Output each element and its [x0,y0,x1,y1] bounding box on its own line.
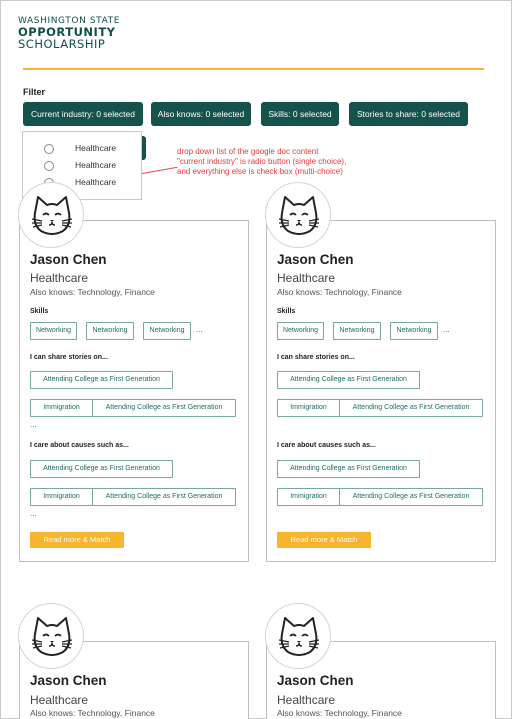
annotation-line: and everything else is check box (multi-… [177,167,343,176]
mentor-industry: Healthcare [30,271,89,285]
mentor-also-knows: Also knows: Technology, Finance [30,708,155,718]
story-tag[interactable]: Attending College as First Generation [92,399,236,417]
cat-face-icon [31,617,73,656]
story-tag[interactable]: Attending College as First Generation [277,371,420,389]
mentor-avatar [18,603,84,669]
causes-title: I care about causes such as... [277,442,376,449]
story-tag[interactable]: Immigration [30,399,93,417]
story-tag[interactable]: Attending College as First Generation [30,371,173,389]
skills-title: Skills [30,308,49,315]
read-more-match-button[interactable]: Read more & Match [277,532,371,548]
story-tag[interactable]: Immigration [277,399,340,417]
more-stories-ellipsis: ... [30,420,37,429]
cat-face-icon [278,196,320,235]
logo-line-3: SCHOLARSHIP [18,37,106,51]
radio-button-icon[interactable] [44,144,54,154]
cause-tag[interactable]: Immigration [277,488,340,506]
mentor-name: Jason Chen [30,673,107,688]
mentor-also-knows: Also knows: Technology, Finance [277,287,402,297]
stories-title: I can share stories on... [277,354,355,361]
mentor-name: Jason Chen [277,673,354,688]
site-logo[interactable]: WASHINGTON STATE OPPORTUNITY SCHOLARSHIP [18,16,120,50]
cause-tag[interactable]: Attending College as First Generation [92,488,236,506]
cat-face-icon [31,196,73,235]
annotation-line: "current industry" is radio button (sing… [177,157,347,166]
skills-title: Skills [277,308,296,315]
mentor-avatar [265,603,331,669]
mentor-avatar [18,182,84,248]
dropdown-option-label: Healthcare [75,160,117,170]
stories-title: I can share stories on... [30,354,108,361]
filter-skills-button[interactable]: Skills: 0 selected [261,102,339,126]
skill-tag[interactable]: Networking [277,322,324,340]
annotation-line: drop down list of the google doc content [177,147,319,156]
mentor-name: Jason Chen [277,252,354,267]
filter-stories-button[interactable]: Stories to share: 0 selected [349,102,468,126]
skill-tag[interactable]: Networking [86,322,134,340]
read-more-match-button[interactable]: Read more & Match [30,532,124,548]
annotation-connector-line [141,166,178,174]
story-tag[interactable]: Attending College as First Generation [339,399,483,417]
dropdown-option[interactable]: Healthcare [23,142,141,158]
dropdown-option-label: Healthcare [75,143,117,153]
filter-current-industry-button[interactable]: Current industry: 0 selected [23,102,143,126]
page-frame: WASHINGTON STATE OPPORTUNITY SCHOLARSHIP… [0,0,512,719]
skill-tag[interactable]: Networking [143,322,191,340]
mentor-also-knows: Also knows: Technology, Finance [277,708,402,718]
mentor-card: Jason Chen Healthcare Also knows: Techno… [19,220,249,562]
mentor-name: Jason Chen [30,252,107,267]
mentor-industry: Healthcare [277,693,336,707]
mentor-card: Jason Chen Healthcare Also knows: Techno… [266,220,496,562]
radio-button-icon[interactable] [44,161,54,171]
cause-tag[interactable]: Attending College as First Generation [277,460,420,478]
filter-also-knows-button[interactable]: Also knows: 0 selected [151,102,251,126]
header-divider [23,68,484,70]
more-causes-ellipsis: ... [30,509,37,518]
filter-label: Filter [23,87,46,97]
filter-stories-label: Stories to share: 0 selected [356,109,460,119]
more-skills-ellipsis: ... [443,325,450,334]
cat-face-icon [278,617,320,656]
mentor-industry: Healthcare [277,271,336,285]
cause-tag[interactable]: Immigration [30,488,93,506]
causes-title: I care about causes such as... [30,442,129,449]
skill-tag[interactable]: Networking [333,322,381,340]
dropdown-option-label: Healthcare [75,177,117,187]
more-skills-ellipsis: ... [196,325,203,334]
design-annotation: drop down list of the google doc content… [177,147,397,177]
cause-tag[interactable]: Attending College as First Generation [339,488,483,506]
mentor-also-knows: Also knows: Technology, Finance [30,287,155,297]
skill-tag[interactable]: Networking [30,322,77,340]
cause-tag[interactable]: Attending College as First Generation [30,460,173,478]
dropdown-option[interactable]: Healthcare [23,159,141,175]
skill-tag[interactable]: Networking [390,322,438,340]
mentor-avatar [265,182,331,248]
mentor-industry: Healthcare [30,693,89,707]
